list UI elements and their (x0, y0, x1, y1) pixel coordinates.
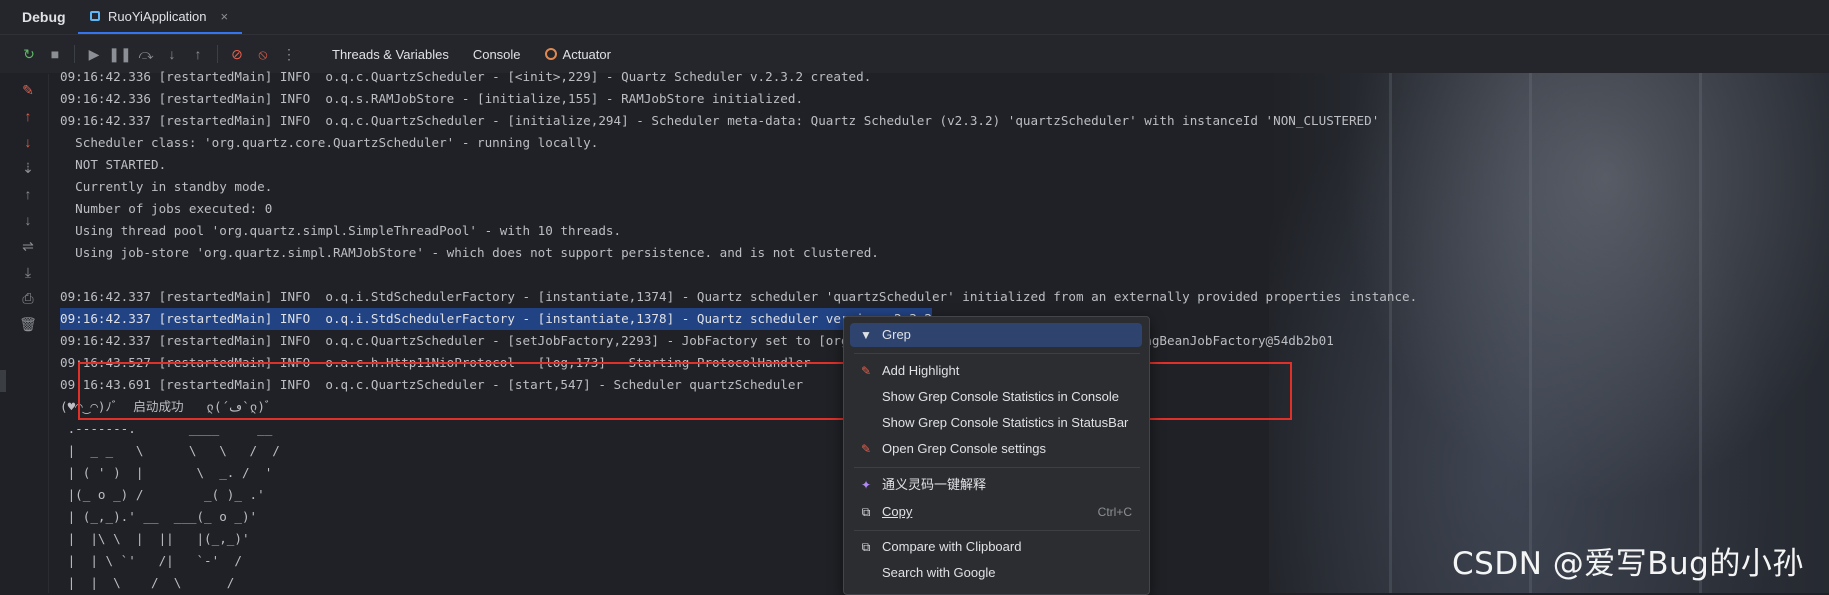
menu-item-compare-clipboard[interactable]: ⧉ Compare with Clipboard (850, 535, 1142, 559)
console-line: 09:16:42.336 [restartedMain] INFO o.q.s.… (60, 91, 804, 106)
console-line: 09:16:42.337 [restartedMain] INFO o.q.c.… (60, 113, 1380, 128)
copy-shortcut: Ctrl+C (1097, 505, 1132, 519)
console-line: | |\ \ | || |(_,_)' (60, 531, 250, 546)
menu-item-stats-console[interactable]: Show Grep Console Statistics in Console (850, 385, 1142, 409)
scroll-to-end-icon[interactable]: ⤓ (18, 262, 38, 282)
tab-console[interactable]: Console (473, 47, 521, 62)
mute-breakpoints-icon[interactable]: ⦸ (250, 41, 276, 67)
filter-icon: ▼ (860, 328, 872, 342)
menu-item-grep[interactable]: ▼ Grep (850, 323, 1142, 347)
tab-ruoyi-application[interactable]: RuoYiApplication × (78, 0, 243, 34)
soft-wrap-icon[interactable]: ⇌ (18, 236, 38, 256)
menu-item-open-settings[interactable]: ✎ Open Grep Console settings (850, 437, 1142, 461)
console-line: |(_ o _) / _( )_ .' (60, 487, 265, 502)
stop-icon[interactable]: ■ (42, 41, 68, 67)
clear-all-icon[interactable]: 🗑 (18, 314, 38, 334)
menu-item-search-google[interactable]: Search with Google (850, 561, 1142, 585)
menu-item-copy[interactable]: ⧉ Copy Ctrl+C (850, 500, 1142, 524)
next-occurrence-icon[interactable]: ↓ (18, 132, 38, 152)
resume-icon[interactable]: ▶ (81, 41, 107, 67)
debug-title: Debug (22, 9, 66, 25)
menu-item-tongyi-explain[interactable]: ✦ 通义灵码一键解释 (850, 473, 1142, 497)
console-line: | | \ `' /| `-' / (60, 553, 242, 568)
console-line: NOT STARTED. (60, 157, 167, 172)
menu-divider (854, 530, 1140, 531)
run-config-icon (90, 11, 100, 21)
actuator-icon (544, 48, 557, 60)
sort-icon[interactable]: ⇣ (18, 158, 38, 178)
console-line: | _ _ \ \ \ / / (60, 443, 280, 458)
scroll-down-icon[interactable]: ↓ (18, 210, 38, 230)
step-out-icon[interactable]: ↑ (185, 41, 211, 67)
watermark: CSDN @爱写Bug的小孙 (1452, 546, 1804, 582)
tab-label: RuoYiApplication (108, 8, 207, 24)
highlight-icon: ✎ (860, 364, 872, 378)
view-breakpoints-icon[interactable]: ⊘ (224, 41, 250, 67)
toolbar-divider (74, 45, 75, 63)
menu-divider (854, 467, 1140, 468)
scroll-up-icon[interactable]: ↑ (18, 184, 38, 204)
rerun-icon[interactable]: ↻ (16, 41, 42, 67)
print-icon[interactable]: ⎙ (18, 288, 38, 308)
compare-icon: ⧉ (861, 540, 871, 554)
toolbar-divider (217, 45, 218, 63)
menu-divider (854, 353, 1140, 354)
console-line: .-------. ____ __ (60, 421, 273, 436)
copy-icon: ⧉ (861, 505, 871, 519)
context-menu: ▼ Grep ✎ Add Highlight Show Grep Console… (843, 316, 1150, 595)
tab-actuator[interactable]: Actuator (544, 47, 611, 62)
close-icon[interactable]: × (221, 9, 229, 24)
highlight-icon[interactable]: ✎ (18, 80, 38, 100)
console-line: 09:16:42.336 [restartedMain] INFO o.q.c.… (60, 69, 872, 84)
menu-item-add-highlight[interactable]: ✎ Add Highlight (850, 359, 1142, 383)
console-line: Number of jobs executed: 0 (60, 201, 273, 216)
pause-icon[interactable]: ❚❚ (107, 41, 133, 67)
previous-occurrence-icon[interactable]: ↑ (18, 106, 38, 126)
console-line: Currently in standby mode. (60, 179, 273, 194)
tab-threads-variables[interactable]: Threads & Variables (332, 47, 449, 62)
console-line: Using job-store 'org.quartz.simpl.RAMJob… (60, 245, 879, 260)
console-line: | (_,_).' __ ___(_ o _)' (60, 509, 258, 524)
console-line-selected: 09:16:42.337 [restartedMain] INFO o.q.i.… (60, 308, 932, 330)
debug-tool-window-header: Debug RuoYiApplication × (0, 0, 1829, 35)
step-into-icon[interactable]: ↓ (159, 41, 185, 67)
more-options-icon[interactable]: ⋮ (276, 41, 302, 67)
console-side-toolbar: ✎ ↑ ↓ ⇣ ↑ ↓ ⇌ ⤓ ⎙ 🗑 (0, 74, 49, 593)
console-line: | ( ' ) | \ _. / ' (60, 465, 273, 480)
ai-assistant-icon: ✦ (860, 478, 872, 492)
console-line: Using thread pool 'org.quartz.simpl.Simp… (60, 223, 622, 238)
menu-item-stats-statusbar[interactable]: Show Grep Console Statistics in StatusBa… (850, 411, 1142, 435)
collapsed-panel-strip[interactable] (0, 370, 6, 392)
console-line: Scheduler class: 'org.quartz.core.Quartz… (60, 135, 599, 150)
console-line: 09:16:42.337 [restartedMain] INFO o.q.i.… (60, 289, 1418, 304)
step-over-icon[interactable]: ⤼ (133, 41, 159, 67)
highlight-icon: ✎ (860, 442, 872, 456)
console-line: | | \ / \ / (60, 575, 235, 590)
